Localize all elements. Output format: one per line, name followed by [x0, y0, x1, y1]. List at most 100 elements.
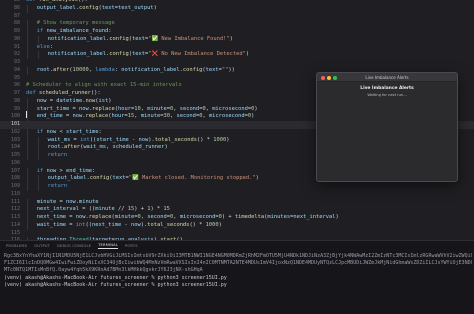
alert-heading: Live Imbalance Alerts [360, 86, 414, 91]
line-number: 98 [13, 97, 20, 104]
alert-window-title: Live Imbalance Alerts [365, 74, 409, 80]
code-text: next_interval = ((minute // 15) + 1) * 1… [36, 206, 170, 213]
line-number: 91 [13, 43, 20, 50]
code-text: notification_label.config(text="❌ No New… [47, 51, 250, 58]
panel-tab-problems[interactable]: PROBLEMS [6, 244, 27, 248]
code-text: def scheduled_runner(): [26, 90, 101, 96]
code-text: if new_imbalance_found: [36, 28, 112, 34]
code-line[interactable]: 86 output_label.config(text=text_output) [0, 4, 474, 13]
code-text: return [47, 152, 68, 158]
code-line[interactable]: 114 wait_time = int((next_time - now).tot… [0, 221, 474, 230]
indent-guide [37, 144, 39, 152]
code-line[interactable]: 87 [0, 13, 474, 21]
indent-guide [27, 43, 28, 52]
indent-guide [27, 183, 28, 191]
terminal-line: (venv) akash@Akashs-MacBook-Air futures_… [4, 274, 227, 281]
line-number: 95 [13, 74, 20, 81]
code-text: root.after(wait_ms, scheduled_runner) [47, 144, 168, 151]
code-text: next_time = now.replace(minute=0, second… [36, 214, 339, 220]
line-number: 101 [10, 121, 20, 127]
indent-guide [27, 175, 28, 183]
line-number: 87 [13, 12, 20, 19]
line-number: 105 [10, 152, 20, 158]
line-number: 110 [10, 190, 20, 197]
terminal-output[interactable]: Rgc3BxYnYhaXY1NjI1N1MDU5NjE1LCJvbHVGiJLM… [4, 253, 472, 289]
indent-guide [27, 66, 28, 75]
code-line[interactable]: 92 notification_label.config(text="❌ No N… [0, 51, 474, 59]
code-line[interactable]: 88 # Show temporary message [0, 20, 474, 28]
line-number: 88 [13, 20, 20, 27]
code-text: return [47, 183, 68, 189]
line-number: 104 [10, 144, 20, 151]
code-line[interactable]: 93 [0, 59, 474, 67]
indent-guide [27, 51, 28, 59]
code-text: notification_label.config(text="✅ New Im… [47, 35, 233, 42]
code-line[interactable]: 115 [0, 230, 474, 238]
line-number: 100 [10, 113, 20, 120]
line-number: 102 [10, 128, 20, 135]
alert-titlebar[interactable]: Live Imbalance Alerts [317, 73, 457, 82]
indent-guide [27, 113, 28, 121]
code-text: # Show temporary message [36, 20, 115, 27]
panel-tab-bar: PROBLEMS OUTPUT DEBUG CONSOLE TERMINAL PORTS [0, 241, 474, 250]
line-number: 112 [10, 206, 20, 213]
code-line[interactable]: 109 return [0, 183, 474, 191]
line-number: 107 [10, 167, 20, 174]
panel-tab-ports[interactable]: PORTS [125, 244, 138, 248]
line-number: 97 [13, 90, 20, 96]
indent-guide [27, 105, 28, 114]
indent-guide [27, 152, 28, 160]
indent-guide [37, 183, 39, 191]
panel-tab-terminal[interactable]: TERMINAL [98, 243, 119, 249]
alert-window[interactable]: Live Imbalance Alerts Live Imbalance Ale… [316, 72, 458, 182]
line-number: 109 [10, 183, 20, 189]
indent-guide [27, 35, 28, 44]
indent-guide [27, 214, 28, 222]
indent-guide [37, 35, 39, 44]
code-text: output_label.config(text="✅ Market close… [47, 175, 259, 182]
indent-guide [27, 198, 28, 207]
terminal-line: (venv) akash@Akashs-MacBook-Air futures_… [4, 281, 227, 288]
indent-guide [27, 28, 28, 36]
line-number: 111 [10, 198, 20, 205]
code-text: root.after(10000, lambda: notification_l… [36, 66, 235, 73]
text-cursor [26, 111, 27, 118]
line-number: 94 [13, 66, 20, 73]
indent-guide [27, 20, 28, 28]
terminal-line: F1ZCI6IlcInDQ0MGw4IwiFwiZDoyNiIxXC34OjBc… [4, 260, 472, 267]
indent-guide [37, 152, 39, 160]
indent-guide [27, 144, 28, 152]
line-number: 86 [13, 4, 20, 11]
line-number: 90 [13, 35, 20, 42]
code-line[interactable]: 89 if new_imbalance_found: [0, 28, 474, 36]
code-text: start_time = now.replace(hour=10, minute… [36, 105, 258, 112]
code-line[interactable]: 90 notification_label.config(text="✅ New … [0, 35, 474, 44]
code-text: wait_ms = int((start_time - now).total_s… [47, 136, 230, 143]
code-text: now = datetime.now(ist) [36, 97, 112, 104]
line-number: 113 [10, 214, 20, 220]
line-number: 93 [13, 59, 20, 65]
indent-guide [37, 175, 39, 183]
line-number: 108 [10, 175, 20, 182]
code-text: output_label.config(text=text_output) [36, 4, 157, 11]
code-text: minute = now.minute [36, 198, 99, 205]
panel-tab-output[interactable]: OUTPUT [34, 244, 50, 248]
line-number: 115 [10, 229, 20, 236]
indent-guide [27, 4, 28, 13]
alert-message: Waiting for next run... [367, 93, 407, 97]
code-line[interactable]: 111 minute = now.minute [0, 198, 474, 207]
code-text: end_time = now.replace(hour=15, minute=3… [36, 113, 255, 120]
indent-guide [27, 167, 28, 176]
code-line[interactable]: 112 next_interval = ((minute // 15) + 1) … [0, 206, 474, 214]
terminal-line: MTc0NTQ1MTIsMnBfQ.0ayw4fqh5kX9KRnAd7BMn3… [4, 267, 203, 274]
indent-guide [27, 206, 28, 214]
line-number: 99 [13, 105, 20, 112]
line-number: 106 [10, 159, 20, 166]
indent-guide [27, 221, 28, 230]
indent-guide [37, 136, 39, 145]
code-line[interactable]: 110 [0, 191, 474, 199]
code-text: wait_time = int((next_time - now).total_… [36, 221, 222, 228]
panel-tab-debug-console[interactable]: DEBUG CONSOLE [57, 244, 91, 248]
code-line[interactable]: 113 next_time = now.replace(minute=0, sec… [0, 214, 474, 222]
line-number: 92 [13, 51, 20, 58]
